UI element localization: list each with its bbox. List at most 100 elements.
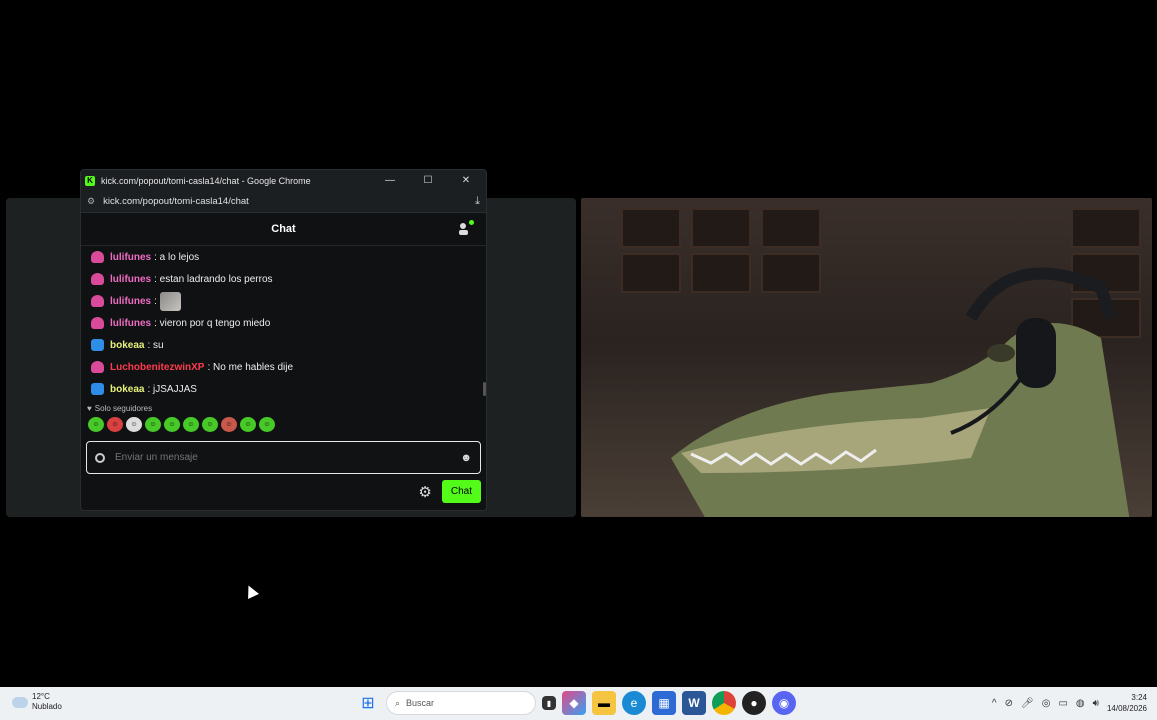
microphone-icon[interactable]: 🎤︎ xyxy=(1021,698,1034,709)
edge-icon[interactable]: e xyxy=(622,691,646,715)
subscriber-badge-icon xyxy=(91,295,104,307)
system-tray: ^ ⊘ 🎤︎ ◎ ▭ ◍ 🔊︎ 3:24 14/08/2026 xyxy=(992,692,1147,714)
location-icon[interactable]: ◎ xyxy=(1042,698,1051,709)
followers-only-notice: ♥ Solo seguidores xyxy=(81,399,486,413)
chat-message-text: : su xyxy=(147,339,164,351)
search-placeholder: Buscar xyxy=(406,698,435,708)
address-bar[interactable]: ⚙ kick.com/popout/tomi-casla14/chat ⤓ xyxy=(81,191,486,213)
site-info-icon[interactable]: ⚙ xyxy=(87,196,95,207)
chat-actions: ⚙ Chat xyxy=(81,474,486,503)
emoji-picker-icon[interactable]: ☻ xyxy=(460,452,472,464)
chat-username[interactable]: bokeaa xyxy=(110,340,144,351)
chat-message: lulifunes: vieron por q tengo miedo xyxy=(91,312,476,334)
heart-icon: ♥ xyxy=(87,403,92,413)
discord-icon[interactable]: ◉ xyxy=(772,691,796,715)
word-icon[interactable]: W xyxy=(682,691,706,715)
chat-header: Chat xyxy=(81,213,486,246)
users-icon[interactable] xyxy=(458,220,474,236)
copilot-icon[interactable]: ◆ xyxy=(562,691,586,715)
mouse-cursor xyxy=(243,583,259,599)
emote-icon[interactable]: ☺ xyxy=(145,417,161,432)
download-icon[interactable]: ⤓ xyxy=(475,195,480,208)
system-clock[interactable]: 3:24 14/08/2026 xyxy=(1107,692,1147,714)
emote-icon[interactable]: ☺ xyxy=(202,417,218,432)
chat-message: LuchobenitezwinXP: No me hables dije xyxy=(91,356,476,378)
subscriber-badge-icon xyxy=(91,251,104,263)
chat-message: lulifunes: xyxy=(91,290,476,312)
chat-message: lulifunes: estan ladrando los perros xyxy=(91,268,476,290)
close-button[interactable]: ✕ xyxy=(450,175,482,186)
emote-icon[interactable]: ☺ xyxy=(107,417,123,432)
subscriber-badge-icon xyxy=(91,317,104,329)
subscriber-badge-icon xyxy=(91,273,104,285)
cat-emote-icon xyxy=(159,291,181,311)
emote-icon[interactable]: ☺ xyxy=(164,417,180,432)
search-icon: ⌕ xyxy=(395,697,401,708)
settings-gear-icon[interactable]: ⚙ xyxy=(418,483,431,501)
chat-message: bokeaa: jJSAJJAS xyxy=(91,378,476,400)
chat-title: Chat xyxy=(271,223,296,235)
chat-message-text: : xyxy=(154,295,157,307)
maximize-button[interactable]: ☐ xyxy=(412,175,444,186)
emote-icon[interactable]: ☺ xyxy=(88,417,104,432)
network-icon[interactable]: ⊘ xyxy=(1005,698,1013,709)
message-input-box[interactable]: ☻ xyxy=(86,441,481,474)
desktop: K kick.com/popout/tomi-casla14/chat - Go… xyxy=(0,0,1157,720)
chat-message-text: : estan ladrando los perros xyxy=(154,273,273,285)
chat-message-text: : vieron por q tengo miedo xyxy=(154,317,271,329)
chat-message: bokeaa: su xyxy=(91,334,476,356)
taskbar-search[interactable]: ⌕ Buscar xyxy=(386,691,536,715)
clock-date: 14/08/2026 xyxy=(1106,704,1147,713)
emote-icon[interactable]: ☺ xyxy=(221,417,237,432)
chevron-up-icon[interactable]: ^ xyxy=(992,698,997,709)
message-input[interactable] xyxy=(115,452,451,463)
store-icon[interactable]: ▦ xyxy=(652,691,676,715)
windows-taskbar: 12°C Nublado ⊞ ⌕ Buscar ▮ ◆ ▬ e ▦ W ● ◉ … xyxy=(0,687,1157,720)
kick-favicon-icon: K xyxy=(85,175,95,186)
chat-message-list[interactable]: lulifunes: a lo lejos lulifunes: estan la… xyxy=(81,246,486,399)
volume-icon[interactable]: 🔊︎ xyxy=(1093,698,1099,709)
windows-start-icon[interactable]: ⊞ xyxy=(356,691,380,715)
vip-badge-icon xyxy=(91,339,104,351)
chat-scrollbar[interactable] xyxy=(483,382,486,396)
chat-message-text: : jJSAJJAS xyxy=(147,383,197,395)
emote-icon[interactable]: ☺ xyxy=(126,417,142,432)
weather-status: Nublado xyxy=(32,702,62,711)
taskbar-apps: ⊞ ⌕ Buscar ▮ ◆ ▬ e ▦ W ● ◉ xyxy=(356,691,796,715)
cloud-icon xyxy=(12,696,28,708)
window-titlebar[interactable]: K kick.com/popout/tomi-casla14/chat - Go… xyxy=(81,170,486,191)
clock-time: 3:24 xyxy=(1131,693,1147,702)
chat-username[interactable]: LuchobenitezwinXP xyxy=(110,362,204,373)
chrome-popup-window: K kick.com/popout/tomi-casla14/chat - Go… xyxy=(80,169,487,511)
url-text[interactable]: kick.com/popout/tomi-casla14/chat xyxy=(103,196,467,207)
window-title: kick.com/popout/tomi-casla14/chat - Goog… xyxy=(101,175,311,186)
task-view-icon[interactable]: ▮ xyxy=(542,696,556,710)
chat-username[interactable]: lulifunes xyxy=(110,274,151,285)
chrome-icon[interactable] xyxy=(712,691,736,715)
minimize-button[interactable]: — xyxy=(374,175,406,186)
obs-icon[interactable]: ● xyxy=(742,691,766,715)
emote-bar: ☺ ☺ ☺ ☺ ☺ ☺ ☺ ☺ ☺ ☺ xyxy=(81,413,486,435)
display-icon[interactable]: ▭ xyxy=(1058,698,1067,709)
pin-icon[interactable] xyxy=(95,452,105,463)
emote-icon[interactable]: ☺ xyxy=(240,417,256,432)
file-explorer-icon[interactable]: ▬ xyxy=(592,691,616,715)
chat-message-text: : No me hables dije xyxy=(207,361,294,373)
chat-username[interactable]: bokeaa xyxy=(110,384,144,395)
wifi-icon[interactable]: ◍ xyxy=(1076,698,1085,709)
send-chat-button[interactable]: Chat xyxy=(441,480,481,503)
chat-username[interactable]: lulifunes xyxy=(110,318,151,329)
chat-message-text: : a lo lejos xyxy=(154,251,200,263)
emote-icon[interactable]: ☺ xyxy=(183,417,199,432)
chat-message: lulifunes: a lo lejos xyxy=(91,246,476,268)
emote-icon[interactable]: ☺ xyxy=(259,417,275,432)
weather-widget[interactable]: 12°C Nublado xyxy=(12,692,62,712)
temperature: 12°C xyxy=(32,692,50,701)
crocodile-with-headset-image xyxy=(671,267,1130,517)
subscriber-badge-icon xyxy=(91,361,104,373)
vip-badge-icon xyxy=(91,383,104,395)
chat-username[interactable]: lulifunes xyxy=(110,296,151,307)
chat-username[interactable]: lulifunes xyxy=(110,252,151,263)
webcam-feed xyxy=(581,198,1152,517)
followers-only-label: Solo seguidores xyxy=(94,403,153,413)
